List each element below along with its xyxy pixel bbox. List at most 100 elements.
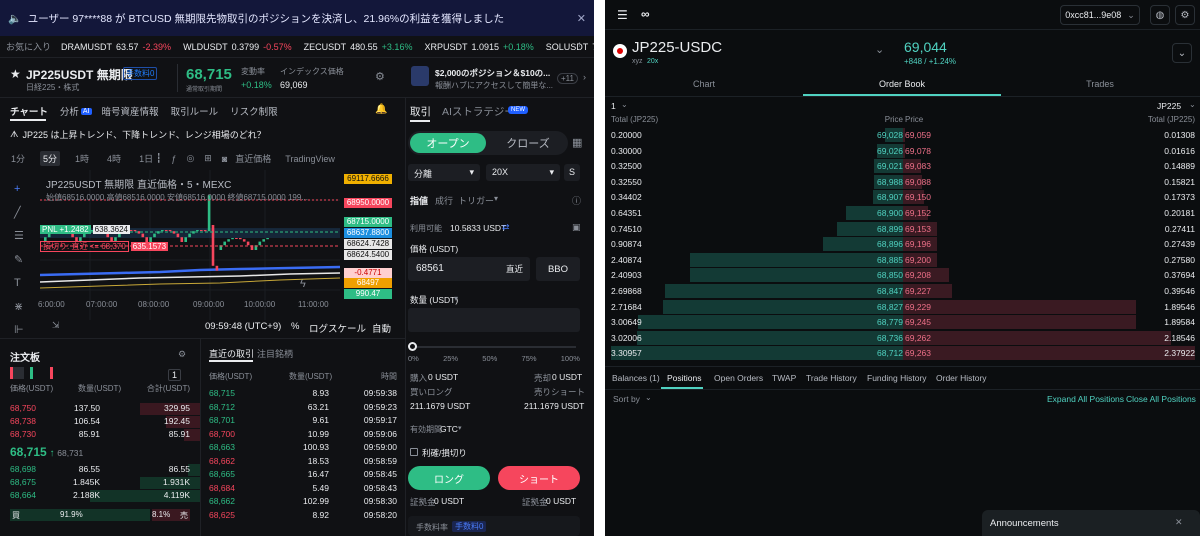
convert-icon[interactable]: ▣ <box>572 222 581 233</box>
auto-toggle[interactable]: 自動 <box>372 321 391 335</box>
indicator-icon[interactable]: ƒ <box>171 154 176 164</box>
ticker-item[interactable]: XRPUSDT 1.0915 +0.18% <box>424 42 533 52</box>
chart-tab[interactable]: 取引ルール <box>171 104 219 118</box>
open-button[interactable]: オープン <box>410 133 486 153</box>
bbo-button[interactable]: BBO <box>536 257 580 281</box>
close-all-positions[interactable]: Close All Positions <box>1126 394 1196 404</box>
interval-1[interactable]: 5分 <box>40 150 61 166</box>
ob-row[interactable]: 68,730 85.91 85.91 <box>10 429 200 442</box>
crosshair-icon[interactable]: + <box>14 178 24 202</box>
ob-settings-icon[interactable]: ⚙ <box>178 349 186 360</box>
slider-handle[interactable] <box>408 342 417 351</box>
trendline-icon[interactable]: ╱ <box>14 202 24 226</box>
price-input[interactable]: 68561 直近 <box>408 257 530 281</box>
price-type-select[interactable]: 直近価格 <box>235 152 271 165</box>
tab-trade[interactable]: 取引 <box>410 104 431 119</box>
price-chart[interactable]: JP225USDT 無期限 直近価格・5・MEXC 始値68516.0000 高… <box>40 170 380 320</box>
interval-3[interactable]: 4時 <box>104 151 124 166</box>
brush-icon[interactable]: ✎ <box>14 249 24 273</box>
expand-icon[interactable]: ⌄ <box>1172 43 1192 63</box>
hl-ob-row[interactable]: 0.34402 68,907 69,150 0.17373 <box>611 190 1195 205</box>
account-tab[interactable]: Positions <box>667 373 702 383</box>
hl-ob-row[interactable]: 0.74510 68,899 69,153 0.27411 <box>611 221 1195 237</box>
account-tab[interactable]: Order History <box>936 373 987 383</box>
ob-row[interactable]: 68,750 137.50 329.95 <box>10 403 200 416</box>
ob-asks-icon[interactable] <box>50 367 64 379</box>
tif-select[interactable]: GTC <box>440 424 458 434</box>
sort-by[interactable]: Sort by <box>613 394 640 404</box>
chart-tab[interactable]: 分析 <box>60 104 79 118</box>
settings-sliders-icon[interactable]: ⚙ <box>375 70 385 83</box>
tab-limit[interactable]: 指値 <box>410 194 428 207</box>
grid-icon[interactable]: ⊞ <box>204 153 212 164</box>
account-tab[interactable]: Funding History <box>867 373 927 383</box>
hl-ob-row[interactable]: 0.90874 68,896 69,196 0.27439 <box>611 237 1195 252</box>
ticker-item[interactable]: DRAMUSDT 63.57 -2.39% <box>61 42 171 52</box>
ticker-item[interactable]: SOLUSDT78.04+0 <box>546 42 594 52</box>
interval-2[interactable]: 1時 <box>72 151 92 166</box>
hl-ob-row[interactable]: 0.30000 69,026 69,078 0.01616 <box>611 143 1195 159</box>
leverage-select[interactable]: 20X ▾ <box>486 164 560 181</box>
long-button[interactable]: ロング <box>408 466 490 490</box>
ob-row[interactable]: 68,664 2.188K 4.119K <box>10 490 200 503</box>
logo-icon[interactable]: ∞ <box>641 7 650 21</box>
scroll-icon[interactable]: ⇲ <box>52 320 60 331</box>
tab-trades[interactable]: Trades <box>1001 79 1199 89</box>
short-button[interactable]: ショート <box>498 466 580 490</box>
lightning-icon[interactable]: ϟ <box>300 278 306 290</box>
hl-ob-row[interactable]: 3.00649 68,779 69,245 1.89584 <box>611 315 1195 330</box>
tab-ai-strategy[interactable]: AIストラテジー <box>442 104 515 119</box>
tab-market[interactable]: 成行 <box>435 194 453 207</box>
ob-unit[interactable]: JP225 <box>1157 101 1181 111</box>
camera-icon[interactable]: ◙ <box>222 154 227 164</box>
tab-recent-trades[interactable]: 直近の取引 <box>209 347 254 360</box>
margin-mode-select[interactable]: 分離 ▾ <box>408 164 480 181</box>
hl-ob-row[interactable]: 2.40903 68,850 69,208 0.37694 <box>611 268 1195 283</box>
account-tab[interactable]: Open Orders <box>714 373 763 383</box>
account-tab[interactable]: TWAP <box>772 373 796 383</box>
more-icon[interactable]: ⋮ <box>575 41 584 52</box>
ob-step[interactable]: 1 <box>611 101 616 111</box>
ticker-item[interactable]: WLDUSDT 0.3799 -0.57% <box>183 42 292 52</box>
chart-tab[interactable]: リスク制限 <box>230 104 278 118</box>
hl-ob-row[interactable]: 0.32500 69,021 69,083 0.14889 <box>611 159 1195 174</box>
ob-bids-icon[interactable] <box>30 367 44 379</box>
ob-step-select[interactable]: 1 <box>168 369 182 381</box>
expand-all-positions[interactable]: Expand All Positions <box>1047 394 1124 404</box>
hl-ob-row[interactable]: 2.69868 68,847 69,227 0.39546 <box>611 284 1195 299</box>
settings-icon[interactable]: ⚙ <box>1175 5 1195 25</box>
tab-chart[interactable]: Chart <box>605 79 803 89</box>
ticker-item[interactable]: ZECUSDT 480.55 +3.16% <box>304 42 413 52</box>
hl-ob-row[interactable]: 0.64351 68,900 69,152 0.20181 <box>611 206 1195 221</box>
promo-banner[interactable]: $2,000のポジション＆$10の... 報酬ハブにアクセスして簡単な... +… <box>405 58 594 98</box>
ai-insight[interactable]: ᗑ JP225 は上昇トレンド、下降トレンド、レンジ相場のどれ？ <box>10 128 266 141</box>
log-scale-toggle[interactable]: ログスケール <box>309 321 366 335</box>
tradingview-toggle[interactable]: TradingView <box>285 154 335 164</box>
info-icon[interactable]: ⓘ <box>572 194 581 207</box>
tab-hot[interactable]: 注目銘柄 <box>257 347 293 360</box>
bell-icon[interactable]: 🔔 <box>375 104 387 115</box>
candle-icon[interactable]: ┇ <box>156 153 161 164</box>
layout-icon[interactable]: ◎ <box>186 153 194 164</box>
hl-ob-row[interactable]: 3.02006 68,736 69,262 2.18546 <box>611 330 1195 346</box>
hl-ob-row[interactable]: 3.30957 68,712 69,263 2.37922 <box>611 346 1195 361</box>
chevron-right-icon[interactable]: › <box>583 72 586 82</box>
hl-ob-row[interactable]: 0.32550 68,988 69,088 0.15821 <box>611 174 1195 190</box>
hl-ob-row[interactable]: 0.20000 69,028 69,059 0.01308 <box>611 128 1195 143</box>
announcement-bar[interactable]: 🔈 ユーザー 97****88 が BTCUSD 無期限先物取引のポジションを決… <box>0 0 594 36</box>
hl-ob-row[interactable]: 2.40874 68,885 69,200 0.27580 <box>611 252 1195 268</box>
announcements-close-icon[interactable]: ✕ <box>1175 517 1183 528</box>
chart-tab[interactable]: チャート <box>10 104 48 118</box>
qty-input[interactable] <box>408 308 580 332</box>
calculator-icon[interactable]: ▦ <box>572 136 582 149</box>
last-price-button[interactable]: 直近 <box>506 263 523 275</box>
percent-toggle[interactable]: % <box>291 321 299 332</box>
wallet-button[interactable]: 0xcc81...9e08 ⌄ <box>1060 5 1140 25</box>
ob-row[interactable]: 68,675 1.845K 1.931K <box>10 477 200 490</box>
interval-0[interactable]: 1分 <box>8 151 28 166</box>
menu-icon[interactable]: ☰ <box>617 8 628 22</box>
qty-slider[interactable] <box>408 342 578 352</box>
market-chevron-icon[interactable]: ⌄ <box>875 43 884 56</box>
globe-icon[interactable]: ◍ <box>1150 5 1170 25</box>
tab-trigger[interactable]: トリガー <box>458 194 494 207</box>
